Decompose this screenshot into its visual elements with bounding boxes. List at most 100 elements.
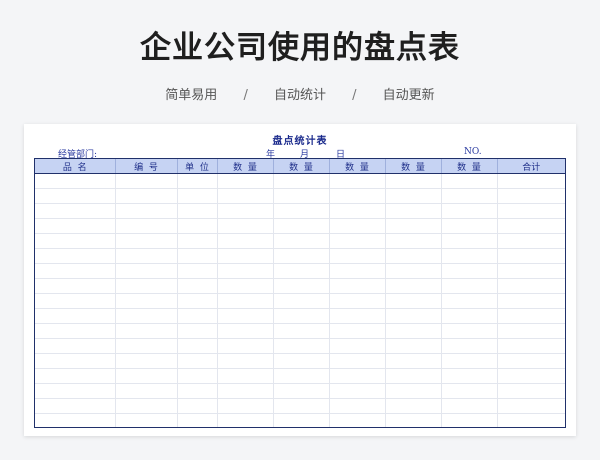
table-cell[interactable]: [35, 353, 116, 369]
table-cell[interactable]: [385, 383, 442, 399]
table-cell[interactable]: [329, 248, 386, 264]
table-cell[interactable]: [217, 413, 274, 427]
table-cell[interactable]: [177, 338, 218, 354]
table-cell[interactable]: [115, 203, 178, 219]
table-cell[interactable]: [329, 308, 386, 324]
table-cell[interactable]: [497, 383, 565, 399]
table-cell[interactable]: [273, 293, 330, 309]
table-cell[interactable]: [329, 293, 386, 309]
table-cell[interactable]: [273, 338, 330, 354]
table-cell[interactable]: [441, 368, 498, 384]
table-cell[interactable]: [497, 173, 565, 189]
table-cell[interactable]: [441, 278, 498, 294]
table-cell[interactable]: [497, 323, 565, 339]
table-cell[interactable]: [115, 233, 178, 249]
table-cell[interactable]: [497, 353, 565, 369]
table-cell[interactable]: [177, 293, 218, 309]
table-cell[interactable]: [385, 398, 442, 414]
table-cell[interactable]: [217, 383, 274, 399]
table-cell[interactable]: [441, 383, 498, 399]
table-cell[interactable]: [441, 233, 498, 249]
table-cell[interactable]: [441, 263, 498, 279]
table-cell[interactable]: [177, 203, 218, 219]
table-cell[interactable]: [177, 323, 218, 339]
table-cell[interactable]: [273, 203, 330, 219]
table-cell[interactable]: [329, 188, 386, 204]
table-cell[interactable]: [115, 248, 178, 264]
table-cell[interactable]: [35, 398, 116, 414]
table-cell[interactable]: [35, 338, 116, 354]
table-cell[interactable]: [273, 218, 330, 234]
table-cell[interactable]: [115, 338, 178, 354]
table-cell[interactable]: [497, 308, 565, 324]
table-cell[interactable]: [177, 353, 218, 369]
table-cell[interactable]: [385, 413, 442, 427]
table-cell[interactable]: [273, 233, 330, 249]
table-cell[interactable]: [329, 398, 386, 414]
table-cell[interactable]: [115, 353, 178, 369]
table-cell[interactable]: [217, 248, 274, 264]
table-cell[interactable]: [441, 413, 498, 427]
table-cell[interactable]: [217, 353, 274, 369]
table-cell[interactable]: [35, 203, 116, 219]
table-cell[interactable]: [177, 263, 218, 279]
table-cell[interactable]: [115, 188, 178, 204]
table-cell[interactable]: [329, 338, 386, 354]
table-cell[interactable]: [115, 278, 178, 294]
table-cell[interactable]: [273, 278, 330, 294]
table-cell[interactable]: [329, 278, 386, 294]
table-cell[interactable]: [35, 293, 116, 309]
table-cell[interactable]: [497, 218, 565, 234]
table-cell[interactable]: [385, 353, 442, 369]
table-cell[interactable]: [329, 353, 386, 369]
table-cell[interactable]: [497, 203, 565, 219]
table-cell[interactable]: [441, 353, 498, 369]
table-cell[interactable]: [35, 278, 116, 294]
table-cell[interactable]: [217, 293, 274, 309]
table-cell[interactable]: [177, 248, 218, 264]
table-cell[interactable]: [273, 248, 330, 264]
table-cell[interactable]: [497, 233, 565, 249]
table-cell[interactable]: [385, 338, 442, 354]
table-cell[interactable]: [497, 278, 565, 294]
table-cell[interactable]: [441, 338, 498, 354]
table-cell[interactable]: [217, 398, 274, 414]
table-cell[interactable]: [441, 173, 498, 189]
table-cell[interactable]: [329, 323, 386, 339]
table-cell[interactable]: [385, 263, 442, 279]
table-cell[interactable]: [273, 263, 330, 279]
table-cell[interactable]: [385, 323, 442, 339]
table-cell[interactable]: [177, 188, 218, 204]
table-cell[interactable]: [329, 413, 386, 427]
table-cell[interactable]: [273, 173, 330, 189]
table-cell[interactable]: [385, 173, 442, 189]
table-cell[interactable]: [217, 323, 274, 339]
table-cell[interactable]: [497, 413, 565, 427]
table-cell[interactable]: [217, 173, 274, 189]
table-cell[interactable]: [273, 308, 330, 324]
table-cell[interactable]: [385, 188, 442, 204]
table-cell[interactable]: [217, 233, 274, 249]
table-cell[interactable]: [441, 248, 498, 264]
table-cell[interactable]: [497, 188, 565, 204]
table-cell[interactable]: [177, 218, 218, 234]
table-cell[interactable]: [115, 323, 178, 339]
table-cell[interactable]: [35, 263, 116, 279]
table-cell[interactable]: [385, 233, 442, 249]
table-cell[interactable]: [497, 398, 565, 414]
table-cell[interactable]: [329, 203, 386, 219]
table-cell[interactable]: [441, 218, 498, 234]
table-cell[interactable]: [115, 413, 178, 427]
table-cell[interactable]: [177, 308, 218, 324]
table-cell[interactable]: [115, 308, 178, 324]
table-cell[interactable]: [115, 368, 178, 384]
table-cell[interactable]: [441, 398, 498, 414]
table-cell[interactable]: [329, 173, 386, 189]
table-cell[interactable]: [35, 383, 116, 399]
table-cell[interactable]: [497, 248, 565, 264]
table-cell[interactable]: [441, 203, 498, 219]
table-cell[interactable]: [273, 398, 330, 414]
table-cell[interactable]: [35, 218, 116, 234]
table-cell[interactable]: [385, 308, 442, 324]
table-cell[interactable]: [217, 203, 274, 219]
